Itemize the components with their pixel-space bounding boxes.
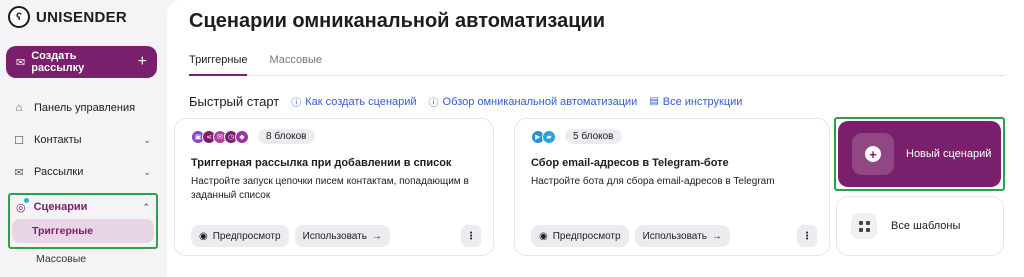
all-templates-button[interactable]: Все шаблоны bbox=[836, 196, 1004, 256]
card-description: Настройте запуск цепочки писем контактам… bbox=[191, 176, 469, 201]
chevron-up-icon: ⌃ bbox=[142, 201, 150, 212]
sidebar-item-label: Рассылки bbox=[34, 166, 84, 178]
template-card[interactable]: ▶ ▰ 5 блоков Сбор email-адресов в Telegr… bbox=[514, 118, 830, 256]
create-mailing-label: Создать рассылку bbox=[31, 50, 85, 74]
blocks-count: 8 блоков bbox=[258, 129, 315, 144]
preview-button[interactable]: ◉ Предпросмотр bbox=[191, 225, 289, 247]
use-label: Использовать bbox=[642, 230, 707, 242]
tag-icon: ◆ bbox=[235, 129, 249, 144]
card-actions: ◉ Предпросмотр Использовать → bbox=[531, 225, 730, 247]
link-label: Как создать сценарий bbox=[305, 95, 417, 108]
use-button[interactable]: Использовать → bbox=[634, 225, 730, 247]
link-omni-overview[interactable]: ⓘ Обзор омниканальной автоматизации bbox=[428, 94, 638, 110]
blocks-count: 5 блоков bbox=[565, 129, 622, 144]
channel-icons: ▶ ▰ bbox=[531, 129, 556, 144]
envelope-icon: ✉ bbox=[16, 56, 26, 69]
more-menu-icon[interactable]: ⋮ bbox=[797, 225, 817, 247]
question-icon: ⓘ bbox=[291, 98, 302, 109]
telegram-icon: ▰ bbox=[542, 129, 556, 144]
card-badges: ▶ ▰ 5 блоков bbox=[531, 129, 622, 144]
card-title: Сбор email-адресов в Telegram-боте bbox=[531, 157, 729, 169]
link-how-to-create[interactable]: ⓘ Как создать сценарий bbox=[291, 94, 417, 110]
sidebar-subitem-mass[interactable]: Массовые bbox=[36, 253, 86, 265]
sidebar-subitem-triggered[interactable]: Триггерные bbox=[12, 219, 154, 243]
question-icon: ⓘ bbox=[428, 98, 439, 109]
card-description: Настройте бота для сбора email-адресов в… bbox=[531, 176, 775, 187]
more-menu-icon[interactable]: ⋮ bbox=[461, 225, 481, 247]
home-icon: ⌂ bbox=[15, 102, 23, 114]
sidebar-item-contacts[interactable]: ☐ Контакты ⌄ bbox=[6, 124, 157, 156]
link-label: Все инструкции bbox=[662, 95, 743, 108]
preview-label: Предпросмотр bbox=[552, 230, 621, 242]
grid-icon bbox=[851, 213, 877, 239]
sidebar-nav: ⌂ Панель управления ☐ Контакты ⌄ ✉ Рассы… bbox=[6, 92, 157, 188]
channel-icons: ▣ ⋖ ✉ ◷ ◆ bbox=[191, 129, 249, 144]
contacts-icon: ☐ bbox=[14, 134, 24, 147]
logo-mascot-icon: ʕ bbox=[8, 6, 30, 28]
quick-start-title: Быстрый старт bbox=[189, 94, 280, 109]
link-all-instructions[interactable]: ▤ Все инструкции bbox=[649, 96, 742, 108]
new-scenario-button[interactable]: + Новый сценарий bbox=[838, 121, 1001, 187]
sidebar-item-label: Сценарии bbox=[33, 201, 88, 213]
sidebar-item-dashboard[interactable]: ⌂ Панель управления bbox=[6, 92, 157, 124]
arrow-right-icon: → bbox=[371, 230, 382, 242]
plus-icon: + bbox=[865, 146, 881, 162]
new-scenario-highlight: + Новый сценарий bbox=[834, 117, 1005, 191]
scenarios-highlight: ◎ Сценарии ⌃ Триггерные bbox=[8, 193, 158, 249]
preview-label: Предпросмотр bbox=[212, 230, 281, 242]
page-title: Сценарии омниканальной автоматизации bbox=[189, 10, 606, 32]
all-templates-label: Все шаблоны bbox=[891, 220, 961, 232]
mail-icon: ✉ bbox=[14, 166, 24, 179]
card-badges: ▣ ⋖ ✉ ◷ ◆ 8 блоков bbox=[191, 129, 315, 144]
eye-icon: ◉ bbox=[199, 230, 208, 242]
scenarios-icon: ◎ bbox=[16, 197, 29, 214]
create-mailing-button[interactable]: ✉ Создать рассылку + bbox=[6, 46, 157, 78]
use-label: Использовать bbox=[302, 230, 367, 242]
book-icon: ▤ bbox=[649, 96, 659, 107]
notification-dot bbox=[23, 197, 29, 203]
eye-icon: ◉ bbox=[539, 230, 548, 242]
chevron-down-icon: ⌄ bbox=[143, 134, 151, 145]
logo[interactable]: ʕ UNISENDER bbox=[8, 6, 127, 28]
sidebar: ʕ UNISENDER ✉ Создать рассылку + ⌂ Панел… bbox=[0, 0, 165, 277]
chevron-down-icon: ⌄ bbox=[143, 166, 151, 177]
tab-triggered[interactable]: Триггерные bbox=[189, 52, 248, 76]
sidebar-item-mailings[interactable]: ✉ Рассылки ⌄ bbox=[6, 156, 157, 188]
quick-start-bar: Быстрый старт ⓘ Как создать сценарий ⓘ О… bbox=[189, 94, 742, 109]
tab-bar: Триггерные Массовые bbox=[189, 52, 1005, 76]
plus-icon: + bbox=[137, 53, 147, 70]
card-actions: ◉ Предпросмотр Использовать → bbox=[191, 225, 390, 247]
main-panel: Сценарии омниканальной автоматизации Три… bbox=[167, 0, 1024, 277]
link-label: Обзор омниканальной автоматизации bbox=[442, 95, 638, 108]
logo-text: UNISENDER bbox=[36, 8, 128, 26]
arrow-right-icon: → bbox=[711, 230, 722, 242]
tab-mass[interactable]: Массовые bbox=[269, 52, 322, 76]
sidebar-item-scenarios[interactable]: ◎ Сценарии ⌃ bbox=[10, 195, 156, 219]
use-button[interactable]: Использовать → bbox=[294, 225, 390, 247]
plus-icon-box: + bbox=[852, 133, 894, 175]
card-title: Триггерная рассылка при добавлении в спи… bbox=[191, 157, 452, 169]
sidebar-item-label: Панель управления bbox=[34, 102, 136, 114]
template-card[interactable]: ▣ ⋖ ✉ ◷ ◆ 8 блоков Триггерная рассылка п… bbox=[174, 118, 494, 256]
new-scenario-label: Новый сценарий bbox=[906, 148, 992, 160]
preview-button[interactable]: ◉ Предпросмотр bbox=[531, 225, 629, 247]
sidebar-item-label: Контакты bbox=[34, 134, 82, 146]
